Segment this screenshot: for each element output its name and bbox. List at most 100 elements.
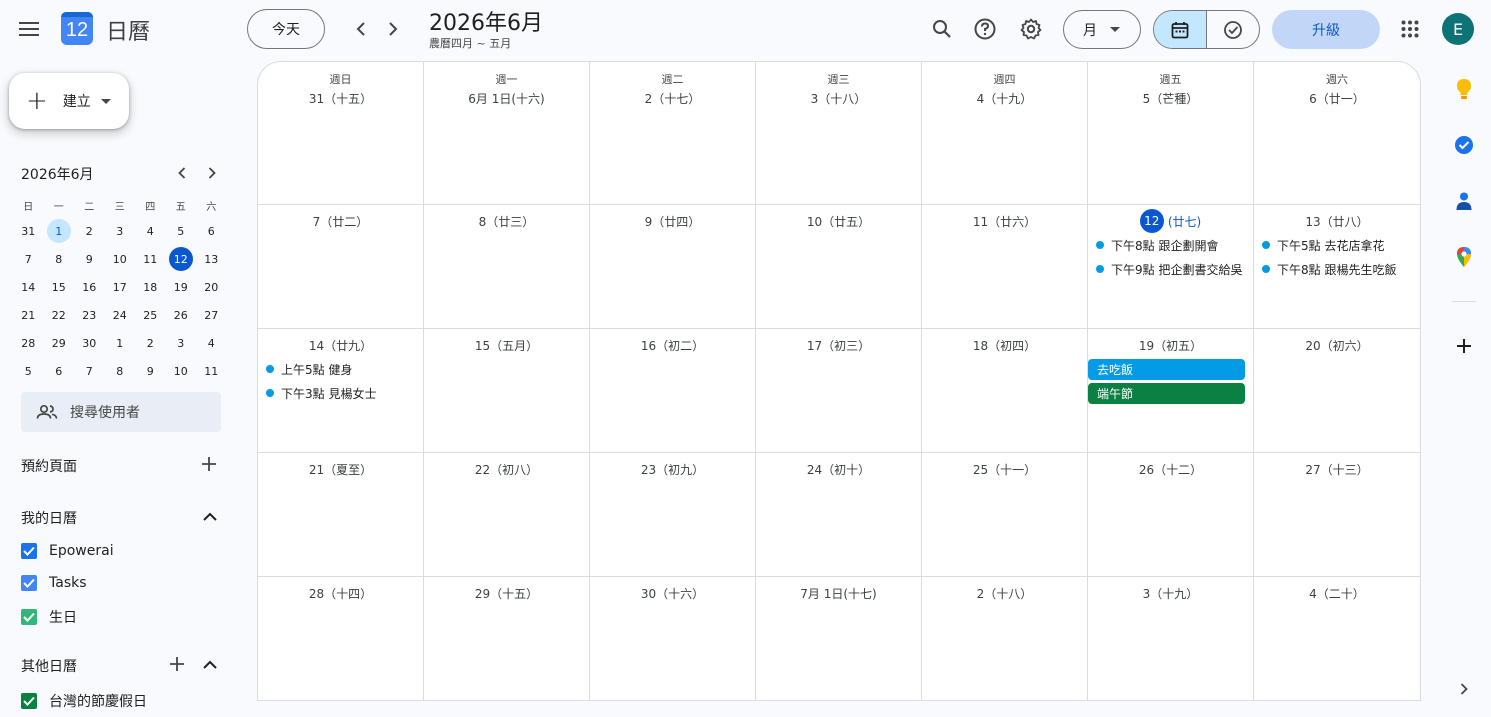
day-cell[interactable]: 30（十六） [590, 577, 756, 700]
mini-day[interactable]: 29 [44, 329, 75, 357]
main-menu-button[interactable] [9, 9, 49, 49]
maps-icon[interactable] [1452, 245, 1476, 269]
day-cell[interactable]: 16（初二） [590, 329, 756, 452]
collapse-my-calendars-button[interactable] [198, 504, 222, 528]
mini-day[interactable]: 31 [13, 217, 44, 245]
mini-day[interactable]: 15 [44, 273, 75, 301]
day-number[interactable]: 3（十九） [1088, 585, 1253, 602]
event-item[interactable]: 上午5點 健身 [266, 359, 419, 379]
day-number[interactable]: 22（初八） [424, 461, 589, 478]
day-number[interactable]: 14（廿九） [258, 337, 423, 354]
day-cell[interactable]: 22（初八） [424, 453, 590, 576]
day-cell[interactable]: 26（十二） [1088, 453, 1254, 576]
view-selector[interactable]: 月 [1063, 10, 1141, 49]
today-button[interactable]: 今天 [247, 9, 325, 49]
mini-day[interactable]: 7 [74, 357, 105, 385]
day-number[interactable]: 18（初四） [922, 337, 1087, 354]
mini-day[interactable]: 26 [166, 301, 197, 329]
user-search-input[interactable]: 搜尋使用者 [21, 392, 221, 432]
day-number[interactable]: 10（廿五） [756, 213, 921, 230]
mini-day[interactable]: 5 [13, 357, 44, 385]
mini-day[interactable]: 27 [196, 301, 227, 329]
day-number[interactable]: 17（初三） [756, 337, 921, 354]
mini-day[interactable]: 4 [135, 217, 166, 245]
day-cell[interactable]: 18（初四） [922, 329, 1088, 452]
day-number[interactable]: 4（二十） [1254, 585, 1420, 602]
mini-day[interactable]: 30 [74, 329, 105, 357]
mini-calendar-prev-button[interactable] [170, 161, 194, 185]
calendar-item-birthdays[interactable]: 生日 [21, 607, 77, 627]
calendar-item-tasks[interactable]: Tasks [21, 575, 87, 591]
today-date-label[interactable]: 12 (廿七) [1088, 209, 1253, 233]
help-button[interactable] [965, 9, 1005, 49]
collapse-other-calendars-button[interactable] [198, 652, 222, 676]
add-other-calendar-button[interactable] [165, 652, 189, 676]
mini-day[interactable]: 3 [105, 217, 136, 245]
mini-day[interactable]: 22 [44, 301, 75, 329]
day-number[interactable]: 13（廿八） [1254, 213, 1420, 230]
day-cell[interactable]: 29（十五） [424, 577, 590, 700]
day-number[interactable]: 9（廿四） [590, 213, 755, 230]
get-addons-button[interactable] [1452, 334, 1476, 358]
mini-day[interactable]: 18 [135, 273, 166, 301]
mini-day[interactable]: 5 [166, 217, 197, 245]
create-button[interactable]: + 建立 [9, 73, 129, 129]
day-cell[interactable]: 週六 6（廿一） [1254, 62, 1420, 204]
next-month-button[interactable] [376, 12, 410, 46]
mini-day[interactable]: 6 [44, 357, 75, 385]
day-cell[interactable]: 10（廿五） [756, 205, 922, 328]
search-button[interactable] [922, 9, 962, 49]
mini-day[interactable]: 1 [44, 217, 75, 245]
day-number[interactable]: 7月 1日(十七) [756, 585, 921, 602]
day-number[interactable]: 6月 1日(十六) [424, 90, 589, 107]
calendar-logo-icon[interactable]: 12 [61, 12, 93, 45]
mini-day[interactable]: 8 [44, 245, 75, 273]
day-cell[interactable]: 7月 1日(十七) [756, 577, 922, 700]
mini-day[interactable]: 9 [74, 245, 105, 273]
day-cell[interactable]: 19（初五） 去吃飯 端午節 [1088, 329, 1254, 452]
day-number[interactable]: 28（十四） [258, 585, 423, 602]
mini-day[interactable]: 20 [196, 273, 227, 301]
day-cell[interactable]: 週一 6月 1日(十六) [424, 62, 590, 204]
event-item[interactable]: 下午3點 見楊女士 [266, 383, 419, 403]
settings-button[interactable] [1011, 9, 1051, 49]
day-cell[interactable]: 週五 5（芒種） [1088, 62, 1254, 204]
day-cell[interactable]: 13（廿八） 下午5點 去花店拿花 下午8點 跟楊先生吃飯 [1254, 205, 1420, 328]
expand-side-panel-button[interactable] [1452, 677, 1476, 701]
day-cell[interactable]: 週三 3（十八） [756, 62, 922, 204]
day-number[interactable]: 3（十八） [756, 90, 921, 107]
event-item[interactable]: 下午5點 去花店拿花 [1262, 235, 1416, 255]
day-cell[interactable]: 27（十三） [1254, 453, 1420, 576]
day-number[interactable]: 5（芒種） [1088, 90, 1253, 107]
mini-day[interactable]: 10 [105, 245, 136, 273]
day-cell[interactable]: 週二 2（十七） [590, 62, 756, 204]
day-cell[interactable]: 週日 31（十五） [258, 62, 424, 204]
day-cell[interactable]: 17（初三） [756, 329, 922, 452]
day-number[interactable]: 23（初九） [590, 461, 755, 478]
mini-day[interactable]: 8 [105, 357, 136, 385]
day-cell[interactable]: 2（十八） [922, 577, 1088, 700]
mini-day[interactable]: 7 [13, 245, 44, 273]
day-cell[interactable]: 9（廿四） [590, 205, 756, 328]
mini-day[interactable]: 19 [166, 273, 197, 301]
day-number[interactable]: 16（初二） [590, 337, 755, 354]
day-number[interactable]: 2（十七） [590, 90, 755, 107]
event-item[interactable]: 下午8點 跟企劃開會 [1096, 235, 1249, 255]
day-cell[interactable]: 8（廿三） [424, 205, 590, 328]
all-day-event-chip[interactable]: 去吃飯 [1088, 359, 1245, 380]
mini-day[interactable]: 21 [13, 301, 44, 329]
mini-day[interactable]: 25 [135, 301, 166, 329]
other-calendars-heading[interactable]: 其他日曆 [21, 656, 77, 676]
calendar-item-epowerai[interactable]: Epowerai [21, 543, 114, 559]
checkbox-checked[interactable] [21, 543, 37, 559]
day-cell[interactable]: 11（廿六） [922, 205, 1088, 328]
all-day-event-chip[interactable]: 端午節 [1088, 383, 1245, 404]
day-number[interactable]: 8（廿三） [424, 213, 589, 230]
tasks-view-toggle[interactable] [1207, 11, 1259, 48]
day-number[interactable]: 29（十五） [424, 585, 589, 602]
mini-day[interactable]: 10 [166, 357, 197, 385]
mini-day[interactable]: 23 [74, 301, 105, 329]
day-cell[interactable]: 週四 4（十九） [922, 62, 1088, 204]
day-cell[interactable]: 7（廿二） [258, 205, 424, 328]
day-cell[interactable]: 3（十九） [1088, 577, 1254, 700]
